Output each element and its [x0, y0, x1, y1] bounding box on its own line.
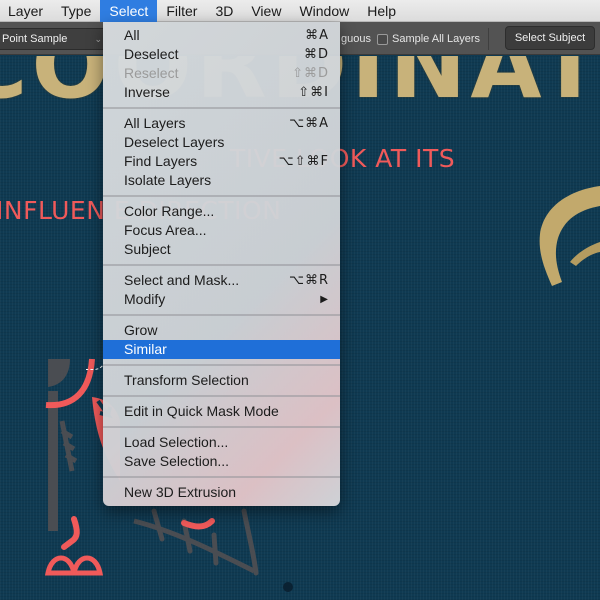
- menu-separator: [103, 390, 340, 402]
- menu-separator: [103, 471, 340, 483]
- menu-item-transform-selection[interactable]: Transform Selection: [103, 371, 340, 390]
- menu-item-focus-area[interactable]: Focus Area...: [103, 221, 340, 240]
- menu-item-label: Deselect: [124, 46, 179, 62]
- menu-item-label: Deselect Layers: [124, 134, 225, 150]
- menu-separator: [103, 190, 340, 202]
- menu-item-subject[interactable]: Subject: [103, 240, 340, 259]
- contiguous-label: guous: [341, 33, 371, 45]
- sample-all-layers-label[interactable]: Sample All Layers: [392, 33, 480, 45]
- menu-filter[interactable]: Filter: [157, 0, 206, 22]
- menu-item-inverse[interactable]: Inverse ⇧⌘I: [103, 83, 340, 102]
- menu-item-label: Grow: [124, 322, 158, 338]
- menu-item-shortcut: ⌥⌘A: [289, 116, 329, 131]
- menu-item-shortcut: ⌘A: [305, 28, 329, 43]
- menu-item-label: Load Selection...: [124, 434, 229, 450]
- sample-size-value: Point Sample: [2, 33, 68, 45]
- menu-window[interactable]: Window: [290, 0, 358, 22]
- menu-item-reselect: Reselect ⇧⌘D: [103, 64, 340, 83]
- menu-item-deselect-layers[interactable]: Deselect Layers: [103, 133, 340, 152]
- menu-separator: [103, 359, 340, 371]
- menu-item-shortcut: ⇧⌘D: [292, 66, 329, 81]
- menu-item-label: Inverse: [124, 84, 170, 100]
- chevron-down-icon: ⌄: [94, 34, 102, 44]
- menu-item-quick-mask[interactable]: Edit in Quick Mask Mode: [103, 402, 340, 421]
- menu-item-save-selection[interactable]: Save Selection...: [103, 452, 340, 471]
- menu-item-label: Transform Selection: [124, 372, 249, 388]
- select-menu-dropdown: All ⌘A Deselect ⌘D Reselect ⇧⌘D Inverse …: [103, 22, 340, 506]
- menu-separator: [103, 102, 340, 114]
- select-subject-button[interactable]: Select Subject: [505, 26, 595, 50]
- menu-item-isolate-layers[interactable]: Isolate Layers: [103, 171, 340, 190]
- menu-item-deselect[interactable]: Deselect ⌘D: [103, 45, 340, 64]
- menu-item-select-and-mask[interactable]: Select and Mask... ⌥⌘R: [103, 271, 340, 290]
- submenu-arrow-icon: ▶: [320, 294, 328, 305]
- menu-item-find-layers[interactable]: Find Layers ⌥⇧⌘F: [103, 152, 340, 171]
- gold-swirl-ornament: [539, 186, 600, 286]
- menu-select[interactable]: Select: [100, 0, 158, 22]
- menu-item-label: Focus Area...: [124, 222, 207, 238]
- sample-size-select[interactable]: Point Sample ⌄: [0, 28, 106, 50]
- options-divider: [488, 28, 489, 50]
- menu-item-new-3d-extrusion[interactable]: New 3D Extrusion: [103, 483, 340, 502]
- canvas-spot: [283, 582, 293, 592]
- menu-item-color-range[interactable]: Color Range...: [103, 202, 340, 221]
- sample-all-layers-checkbox[interactable]: [377, 34, 388, 45]
- menu-item-label: New 3D Extrusion: [124, 484, 237, 500]
- menu-item-label: Modify: [124, 291, 166, 307]
- menu-item-label: Find Layers: [124, 153, 198, 169]
- menu-item-shortcut: ⌥⇧⌘F: [278, 154, 329, 169]
- menu-item-label: Subject: [124, 241, 171, 257]
- menu-item-label: Similar: [124, 341, 167, 357]
- menu-item-all[interactable]: All ⌘A: [103, 26, 340, 45]
- menu-view[interactable]: View: [242, 0, 290, 22]
- menu-item-similar[interactable]: Similar: [103, 340, 340, 359]
- app-menu-bar: Layer Type Select Filter 3D View Window …: [0, 0, 600, 22]
- menu-3d[interactable]: 3D: [206, 0, 242, 22]
- menu-item-grow[interactable]: Grow: [103, 321, 340, 340]
- menu-separator: [103, 421, 340, 433]
- menu-item-label: Select and Mask...: [124, 272, 240, 288]
- menu-item-label: Edit in Quick Mask Mode: [124, 403, 279, 419]
- menu-layer[interactable]: Layer: [0, 0, 52, 22]
- menu-item-shortcut: ⌘D: [303, 47, 329, 62]
- menu-item-label: All Layers: [124, 115, 186, 131]
- menu-item-label: Reselect: [124, 65, 179, 81]
- menu-separator: [103, 259, 340, 271]
- menu-item-label: Color Range...: [124, 203, 215, 219]
- menu-item-load-selection[interactable]: Load Selection...: [103, 433, 340, 452]
- menu-item-shortcut: ⌥⌘R: [288, 273, 329, 288]
- menu-separator: [103, 309, 340, 321]
- menu-item-label: Save Selection...: [124, 453, 230, 469]
- menu-item-label: Isolate Layers: [124, 172, 212, 188]
- menu-item-label: All: [124, 27, 140, 43]
- menu-item-modify[interactable]: Modify ▶: [103, 290, 340, 309]
- menu-type[interactable]: Type: [52, 0, 100, 22]
- menu-item-all-layers[interactable]: All Layers ⌥⌘A: [103, 114, 340, 133]
- menu-help[interactable]: Help: [358, 0, 405, 22]
- menu-item-shortcut: ⇧⌘I: [298, 85, 329, 100]
